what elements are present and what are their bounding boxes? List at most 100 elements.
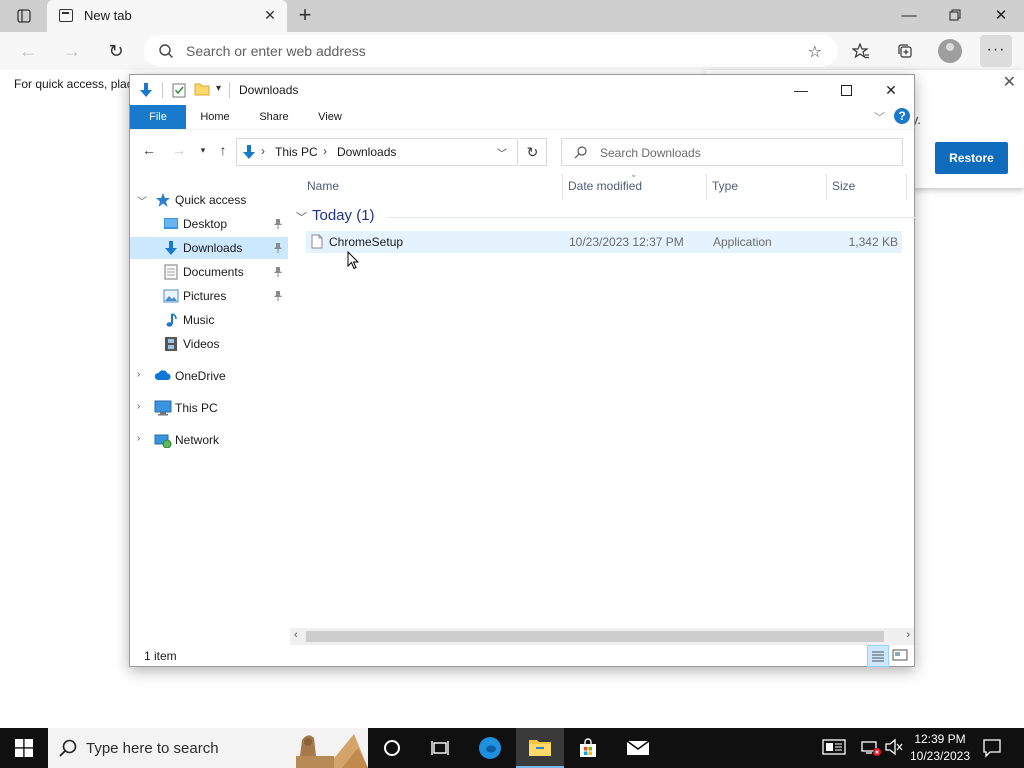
collapse-chevron-icon[interactable]: ﹀: [137, 193, 147, 208]
scrollbar-thumb[interactable]: [306, 631, 884, 642]
tab-actions-button[interactable]: [8, 4, 40, 28]
sidebar-item-label: Music: [183, 313, 215, 327]
forward-button[interactable]: →: [58, 38, 86, 64]
expand-ribbon-icon[interactable]: ﹀: [874, 109, 885, 125]
restore-button[interactable]: Restore: [935, 142, 1008, 174]
breadcrumb-this-pc[interactable]: This PC: [275, 145, 318, 159]
pin-icon[interactable]: [273, 218, 283, 230]
notification-center-icon[interactable]: [982, 738, 1002, 758]
column-header-date-modified[interactable]: Date modified: [568, 179, 642, 193]
group-header-today[interactable]: ﹀ Today (1): [296, 207, 916, 229]
column-divider[interactable]: [826, 173, 827, 199]
volume-muted-icon[interactable]: [884, 738, 904, 756]
new-tab-button[interactable]: +: [292, 4, 318, 28]
sidebar-item-quick-access[interactable]: ﹀ Quick access: [130, 189, 288, 211]
tab-file[interactable]: File: [130, 105, 186, 129]
explorer-minimize-button[interactable]: —: [778, 75, 824, 105]
add-favorite-icon[interactable]: ☆: [808, 42, 822, 62]
collapse-group-chevron-icon[interactable]: ﹀: [296, 209, 307, 225]
address-history-dropdown-icon[interactable]: ﹀: [497, 145, 507, 160]
column-divider[interactable]: [706, 173, 707, 199]
details-view-button[interactable]: [867, 645, 889, 667]
expand-chevron-icon[interactable]: ›: [137, 401, 140, 412]
close-icon[interactable]: ✕: [1003, 72, 1016, 92]
taskbar-store-button[interactable]: [564, 728, 612, 768]
explorer-maximize-button[interactable]: [823, 75, 869, 105]
breadcrumb-chevron-icon[interactable]: ›: [323, 144, 327, 158]
sidebar-item-network[interactable]: › Network: [130, 429, 288, 451]
column-header-type[interactable]: Type: [712, 179, 738, 193]
expand-chevron-icon[interactable]: ›: [137, 433, 140, 444]
scroll-right-icon[interactable]: ›: [906, 629, 910, 641]
task-view-button[interactable]: [416, 728, 464, 768]
column-divider[interactable]: [906, 173, 907, 199]
settings-and-more-button[interactable]: ···: [980, 35, 1012, 67]
customize-toolbar-icon[interactable]: ▾: [216, 83, 221, 94]
sidebar-item-documents[interactable]: Documents: [130, 261, 288, 283]
taskbar-search-box[interactable]: [48, 728, 368, 768]
tab-share[interactable]: Share: [249, 105, 299, 129]
browser-close-button[interactable]: ✕: [978, 0, 1024, 30]
expand-chevron-icon[interactable]: ›: [137, 369, 140, 380]
sidebar-item-downloads[interactable]: Downloads: [130, 237, 288, 259]
network-status-icon[interactable]: [860, 738, 882, 758]
explorer-refresh-button[interactable]: ↻: [519, 138, 547, 166]
explorer-forward-button[interactable]: →: [168, 139, 190, 161]
recent-locations-icon[interactable]: ▾: [192, 139, 214, 161]
mail-envelope-icon: [626, 740, 650, 755]
up-one-level-button[interactable]: ↑: [212, 139, 234, 161]
address-bar[interactable]: ☆: [144, 35, 838, 67]
profile-avatar[interactable]: [938, 39, 962, 63]
sidebar-item-pictures[interactable]: Pictures: [130, 285, 288, 307]
favorites-button[interactable]: [846, 38, 876, 64]
taskbar-mail-button[interactable]: [614, 728, 662, 768]
explorer-title-bar[interactable]: ▾ Downloads — ✕: [130, 75, 914, 105]
taskbar: 12:39 PM 10/23/2023: [0, 728, 1024, 768]
collections-button[interactable]: [890, 38, 920, 64]
sidebar-item-music[interactable]: Music: [130, 309, 288, 331]
explorer-close-button[interactable]: ✕: [868, 75, 914, 105]
cortana-button[interactable]: [368, 728, 416, 768]
explorer-search-input[interactable]: [600, 144, 890, 162]
sidebar-item-videos[interactable]: Videos: [130, 333, 288, 355]
sidebar-item-onedrive[interactable]: › OneDrive: [130, 365, 288, 387]
browser-restore-button[interactable]: [932, 0, 978, 30]
breadcrumb-chevron-icon[interactable]: ›: [261, 144, 265, 158]
help-icon[interactable]: ?: [894, 108, 910, 124]
pin-icon[interactable]: [273, 242, 283, 254]
application-file-icon: [311, 234, 323, 249]
tab-home[interactable]: Home: [190, 105, 240, 129]
tab-close-icon[interactable]: ✕: [261, 6, 279, 24]
explorer-search-box[interactable]: [561, 138, 903, 166]
taskbar-search-input[interactable]: [86, 739, 306, 757]
tab-view[interactable]: View: [305, 105, 355, 129]
explorer-back-button[interactable]: ←: [138, 139, 160, 161]
horizontal-scrollbar[interactable]: ‹ ›: [290, 628, 914, 645]
pin-icon[interactable]: [273, 290, 283, 302]
sidebar-item-this-pc[interactable]: › This PC: [130, 397, 288, 419]
breadcrumb-downloads[interactable]: Downloads: [337, 145, 396, 159]
large-icons-view-button[interactable]: [890, 645, 912, 667]
new-folder-icon[interactable]: [194, 82, 210, 96]
news-widget-icon[interactable]: [822, 738, 846, 756]
start-button[interactable]: [0, 728, 48, 768]
back-button[interactable]: ←: [14, 38, 42, 64]
system-clock[interactable]: 12:39 PM 10/23/2023: [904, 731, 976, 765]
properties-icon[interactable]: [172, 82, 186, 98]
pin-icon[interactable]: [273, 266, 283, 278]
taskbar-file-explorer-button[interactable]: [516, 728, 564, 768]
taskbar-edge-button[interactable]: [466, 728, 514, 768]
explorer-address-bar[interactable]: › This PC › Downloads ﹀: [236, 138, 518, 166]
column-header-name[interactable]: Name: [307, 179, 339, 193]
browser-minimize-button[interactable]: —: [886, 0, 932, 30]
scroll-left-icon[interactable]: ‹: [294, 629, 298, 641]
table-row[interactable]: ChromeSetup 10/23/2023 12:37 PM Applicat…: [306, 231, 902, 253]
refresh-button[interactable]: ↻: [102, 38, 130, 64]
explorer-window-title: Downloads: [239, 83, 299, 97]
column-divider[interactable]: [562, 173, 563, 199]
browser-tab-new-tab[interactable]: New tab ✕: [47, 0, 287, 32]
address-input[interactable]: [186, 41, 786, 61]
column-header-size[interactable]: Size: [832, 179, 855, 193]
favorites-bar-hint: For quick access, plac: [14, 77, 133, 91]
sidebar-item-desktop[interactable]: Desktop: [130, 213, 288, 235]
